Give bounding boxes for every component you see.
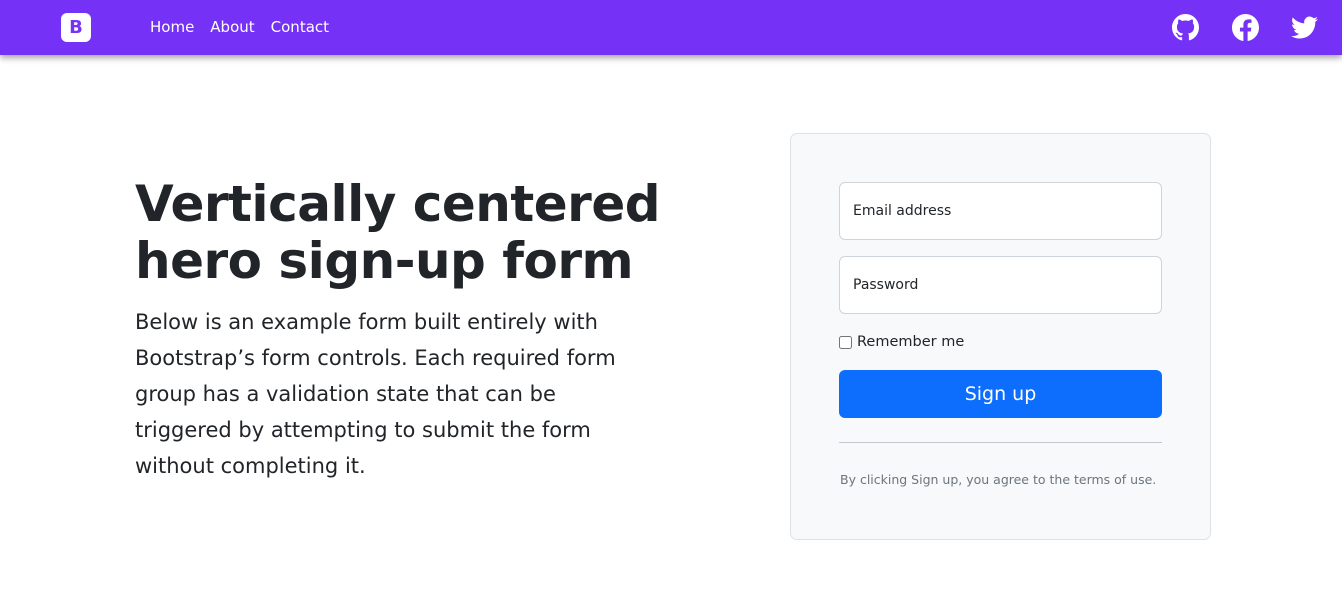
brand-logo-letter: B — [69, 16, 83, 38]
twitter-icon-graphic — [1291, 16, 1318, 39]
remember-me[interactable]: Remember me — [839, 334, 964, 350]
remember-me-checkbox[interactable] — [839, 335, 852, 349]
hero-title: Vertically centered hero sign-up form — [135, 175, 661, 290]
nav-link-home[interactable]: Home — [150, 17, 194, 37]
github-icon[interactable] — [1172, 14, 1199, 41]
nav-link-contact[interactable]: Contact — [271, 17, 329, 37]
nav-link-about[interactable]: About — [210, 17, 254, 37]
terms-text: By clicking Sign up, you agree to the te… — [840, 472, 1157, 487]
form-divider — [839, 442, 1162, 443]
facebook-icon[interactable] — [1232, 14, 1259, 41]
brand-logo[interactable]: B — [61, 13, 91, 42]
hero-lead: Below is an example form built entirely … — [135, 310, 616, 478]
email-input[interactable] — [839, 182, 1162, 240]
signup-card: Remember me Sign up By clicking Sign up,… — [790, 133, 1211, 540]
github-icon-graphic — [1172, 14, 1199, 41]
password-input[interactable] — [839, 256, 1162, 314]
twitter-icon[interactable] — [1291, 14, 1318, 41]
nav-links: Home About Contact — [150, 17, 329, 37]
facebook-icon-graphic — [1232, 14, 1259, 41]
navbar: B Home About Contact — [0, 0, 1342, 55]
sign-up-button[interactable]: Sign up — [839, 370, 1162, 418]
remember-me-label: Remember me — [857, 334, 965, 350]
